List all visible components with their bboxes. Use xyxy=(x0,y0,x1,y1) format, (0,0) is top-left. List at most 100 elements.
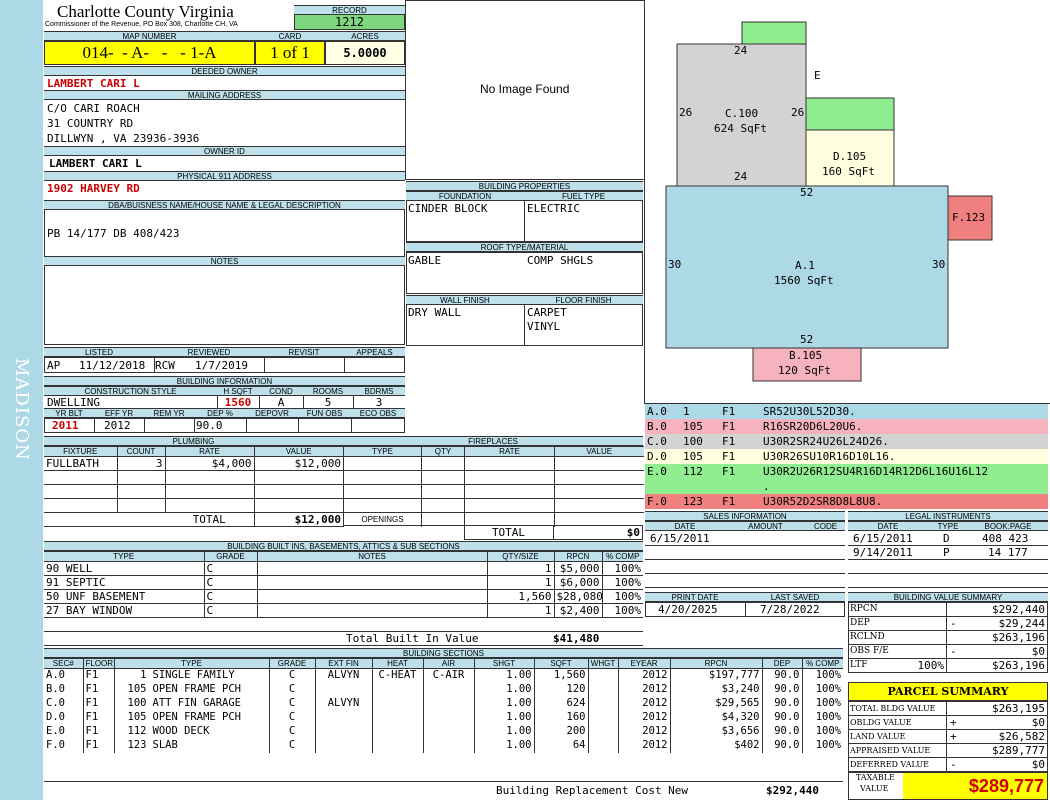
section-ext xyxy=(314,724,372,739)
section-heat xyxy=(371,724,423,739)
builtin-header-grade: GRADE xyxy=(203,551,257,562)
section-rpcn: $3,656 xyxy=(669,724,762,739)
section-rpcn: $402 xyxy=(669,738,762,753)
building-sections-table: SEC# FLOOR TYPE GRADE EXT FIN HEAT AIR SHGT SQFT… xyxy=(44,658,843,781)
plumbing-table: FIXTURE COUNT RATE VALUE FULLBATH 3 $4,000 $12… xyxy=(44,446,343,527)
commissioner: Commissioner of the Revenue, PO Box 308,… xyxy=(45,21,238,28)
section-grade: C xyxy=(268,738,315,753)
value-summary-value: $263,196 xyxy=(992,659,1045,672)
section-heat xyxy=(371,696,423,711)
building-info-title: BUILDING INFORMATION xyxy=(44,376,405,386)
card-label: CARD xyxy=(255,31,325,41)
builtin-rpcn: $28,080 xyxy=(553,589,602,604)
mailing-label: MAILING ADDRESS xyxy=(44,90,405,100)
taxable-label-2: VALUE xyxy=(860,784,889,793)
section-air xyxy=(422,696,474,711)
rooms-label: ROOMS xyxy=(303,386,353,396)
section-rpcn: $4,320 xyxy=(669,710,762,725)
builtin-type: 50 UNF BASEMENT xyxy=(46,590,146,603)
legend-path: . xyxy=(763,480,770,493)
section-rpcn: $3,240 xyxy=(669,682,762,697)
plumbing-fixture: FULLBATH xyxy=(46,457,99,470)
plumbing-header-rate: RATE xyxy=(164,446,254,457)
section-header: % COMP xyxy=(801,658,843,669)
yr-blt: 2011 xyxy=(52,419,79,432)
roof-label: ROOF TYPE/MATERIAL xyxy=(406,242,643,252)
sketch-d-sqft: 160 SqFt xyxy=(822,165,875,178)
section-comp: 100% xyxy=(801,668,843,683)
section-whgt xyxy=(587,668,618,683)
map-number: 014- - A- - - 1-A xyxy=(44,41,255,65)
construction-style-label: CONSTRUCTION STYLE xyxy=(44,386,217,396)
section-dep: 90.0 xyxy=(761,668,802,683)
section-ext xyxy=(314,738,372,753)
builtin-notes xyxy=(256,603,487,618)
value-summary-label: OBS F/E xyxy=(850,646,889,656)
legend-code: 100 xyxy=(683,435,703,448)
section-comp: 100% xyxy=(801,710,843,725)
revisit-label: REVISIT xyxy=(264,347,344,357)
legend-path: U30R52D2SR8D8L8U8. xyxy=(763,495,883,508)
builtin-comp: 100% xyxy=(601,575,643,590)
legend-floor: F1 xyxy=(722,420,736,433)
section-eyear: 2012 xyxy=(617,668,670,683)
sketch-dim-c-bottom: 24 xyxy=(734,170,748,183)
legal-book-label: BOOK:PAGE xyxy=(968,521,1048,531)
deeded-owner: LAMBERT CARI L xyxy=(47,77,140,90)
fireplaces-table: TYPE QTY RATE VALUE OPENINGS xyxy=(343,446,644,527)
section-eyear: 2012 xyxy=(617,738,670,753)
legend-code: 112 xyxy=(683,465,703,478)
section-dep: 90.0 xyxy=(761,724,802,739)
section-type: 105 OPEN FRAME PCH xyxy=(113,710,269,725)
section-whgt xyxy=(587,724,618,739)
plumbing-header-count: COUNT xyxy=(116,446,165,457)
plumbing-rate: $4,000 xyxy=(164,456,254,471)
bdrms-label: BDRMS xyxy=(353,386,405,396)
owner-id: LAMBERT CARI L xyxy=(49,157,142,170)
listed-label: LISTED xyxy=(44,347,154,357)
section-code: 123 xyxy=(127,739,147,751)
parcel-label: TOTAL BLDG VALUE xyxy=(850,704,936,713)
dep-value: 90.0 xyxy=(196,419,223,432)
builtin-header-type: TYPE xyxy=(44,551,204,562)
builtin-header-notes: NOTES xyxy=(256,551,487,562)
legend-code: 123 xyxy=(683,495,703,508)
builtin-header-comp: % COMP xyxy=(601,551,643,562)
section-shgt: 1.00 xyxy=(473,668,534,683)
section-header: AIR xyxy=(422,658,474,669)
value-summary-value: $29,244 xyxy=(998,617,1045,630)
section-header: GRADE xyxy=(268,658,315,669)
builtin-comp: 100% xyxy=(601,603,643,618)
section-type: SINGLE FAMILY xyxy=(152,669,235,682)
section-shgt: 1.00 xyxy=(473,724,534,739)
section-shgt: 1.00 xyxy=(473,696,534,711)
section-air: C-AIR xyxy=(422,668,474,683)
mailing-line-1: C/O CARI ROACH xyxy=(47,102,140,115)
section-rpcn: $29,565 xyxy=(669,696,762,711)
section-code: 1 xyxy=(140,669,147,682)
builtin-qty: 1 xyxy=(486,603,554,618)
builtin-rpcn: $6,000 xyxy=(553,575,602,590)
section-floor: F1 xyxy=(82,738,114,753)
section-ext xyxy=(314,682,372,697)
section-shgt: 1.00 xyxy=(473,710,534,725)
sketch-d-code: D.105 xyxy=(833,150,867,163)
reviewed-date: 1/7/2019 xyxy=(195,359,248,372)
built-ins-table: TYPE GRADE NOTES QTY/SIZE RPCN% COMP 90 WELL… xyxy=(44,551,643,618)
section-header: TYPE xyxy=(113,658,269,669)
dep-label: DEP % xyxy=(194,408,246,418)
section-comp: 100% xyxy=(801,724,843,739)
section-floor: F1 xyxy=(82,682,114,697)
section-heat xyxy=(371,738,423,753)
cond-label: COND xyxy=(259,386,303,396)
legend-floor: F1 xyxy=(722,495,736,508)
section-sqft: 200 xyxy=(533,724,588,739)
roof-material: COMP SHGLS xyxy=(527,254,594,267)
legend-row: B.0 105 F1 R16SR20D6L20U6. xyxy=(645,419,1048,434)
listed-by: AP xyxy=(47,359,61,372)
record-value: 1212 xyxy=(294,15,405,30)
table-row: 90 WELL C 1 $5,000 100% xyxy=(44,561,643,576)
section-comp: 100% xyxy=(801,738,843,753)
section-grade: C xyxy=(268,668,315,683)
section-eyear: 2012 xyxy=(617,682,670,697)
